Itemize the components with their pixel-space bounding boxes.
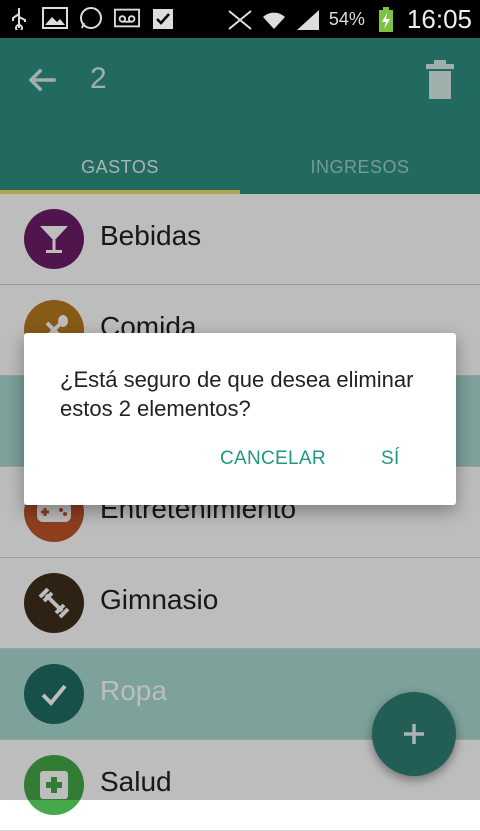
wifi-icon (261, 8, 287, 32)
voicemail-icon (114, 6, 140, 30)
signal-icon (295, 8, 321, 32)
battery-charging-icon (373, 6, 399, 32)
usb-icon (6, 6, 32, 30)
confirm-delete-dialog: ¿Está seguro de que desea eliminar estos… (24, 333, 456, 505)
status-bar: 54% 16:05 (0, 0, 480, 38)
dialog-message: ¿Está seguro de que desea eliminar estos… (60, 367, 414, 421)
clock: 16:05 (406, 4, 472, 34)
confirm-button[interactable]: SÍ (381, 448, 400, 470)
clipboard-check-icon (150, 6, 176, 30)
whatsapp-icon (78, 6, 104, 30)
cancel-button[interactable]: CANCELAR (220, 448, 326, 470)
mute-icon (227, 8, 253, 32)
battery-percent: 54% (328, 9, 365, 29)
image-icon (42, 6, 68, 30)
